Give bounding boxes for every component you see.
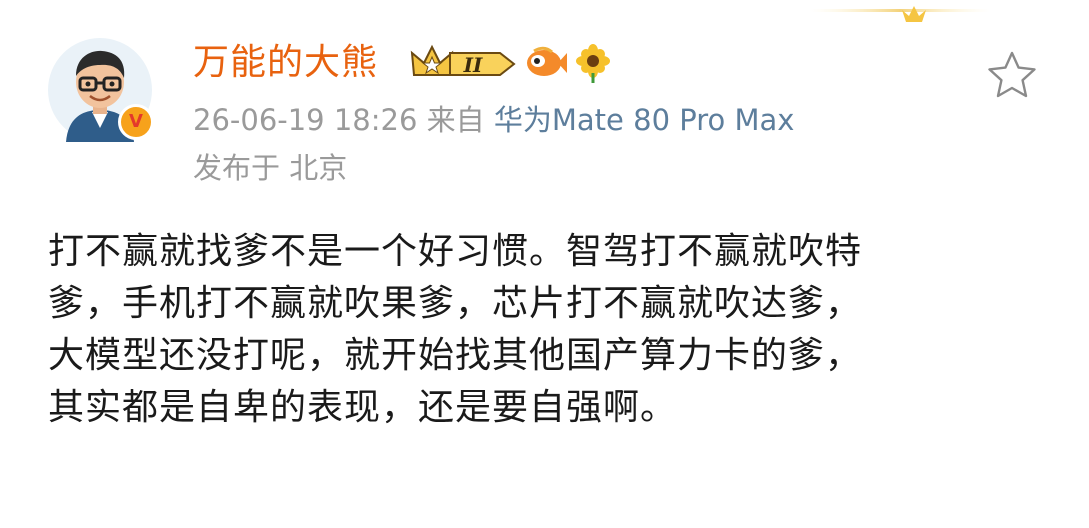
post-content-line: 爹，手机打不赢就吹果爹，芯片打不赢就吹达爹， <box>48 283 863 324</box>
post-location: 发布于 北京 <box>193 151 348 185</box>
post-content-line: 大模型还没打呢，就开始找其他国产算力卡的爹， <box>48 335 863 376</box>
sunflower-badge-icon[interactable] <box>574 43 612 83</box>
post-meta: 26-06-19 18:26 来自 华为Mate 80 Pro Max <box>193 100 794 140</box>
author-badges: II <box>410 42 612 84</box>
level-badge-text: II <box>463 53 483 77</box>
device-source-link[interactable]: 华为Mate 80 Pro Max <box>494 103 795 137</box>
post-content: 打不赢就找爹不是一个好习惯。智驾打不赢就吹特 爹，手机打不赢就吹果爹，芯片打不赢… <box>48 226 1048 434</box>
weibo-post-card: V 万能的大熊 II 26-06-19 18:26 来自 华为Mate 80 P… <box>0 0 1089 528</box>
verified-v-badge-icon: V <box>118 104 154 140</box>
fish-badge-icon[interactable] <box>522 43 568 83</box>
crown-level-icon[interactable]: II <box>410 43 516 83</box>
source-prefix: 来自 <box>426 103 485 137</box>
star-outline-icon[interactable] <box>986 50 1038 100</box>
post-timestamp: 26-06-19 18:26 <box>193 103 418 137</box>
top-crown-decoration-icon <box>810 6 990 22</box>
post-content-line: 打不赢就找爹不是一个好习惯。智驾打不赢就吹特 <box>48 231 863 272</box>
post-content-line: 其实都是自卑的表现，还是要自强啊。 <box>48 387 678 428</box>
author-name[interactable]: 万能的大熊 <box>193 38 378 88</box>
